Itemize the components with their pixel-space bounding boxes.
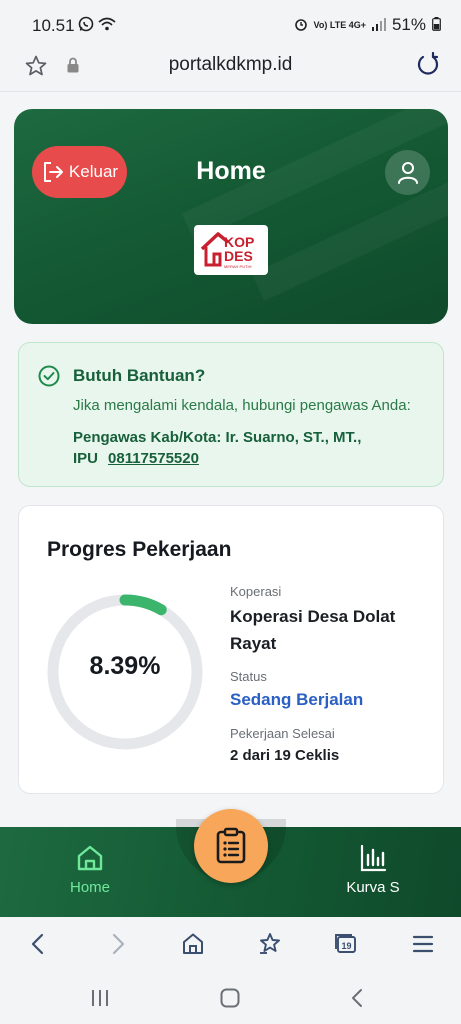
menu-icon[interactable] [410, 931, 436, 957]
progress-card: Progres Pekerjaan 8.39% Koperasi Koperas… [18, 505, 444, 794]
forward-icon[interactable] [104, 931, 130, 957]
koperasi-label: Koperasi [230, 584, 282, 599]
supervisor-phone-link[interactable]: 08117575520 [108, 450, 199, 467]
progress-percent: 8.39% [89, 652, 161, 680]
whatsapp-icon [78, 16, 94, 35]
status-value: Sedang Berjalan [230, 690, 364, 709]
done-value: 2 dari 19 Ceklis [230, 747, 340, 764]
signal-icon [371, 17, 386, 34]
address-bar: portalkdkmp.id [0, 48, 461, 92]
nav-home[interactable]: Home [62, 843, 118, 896]
system-nav-bar [0, 972, 461, 1024]
url-field[interactable]: portalkdkmp.id [0, 54, 461, 76]
svg-text:DES: DES [224, 248, 253, 264]
tabs-button[interactable]: 19 [333, 931, 359, 957]
wifi-icon [98, 16, 116, 35]
svg-text:MERAH PUTIH: MERAH PUTIH [224, 264, 252, 269]
bookmarks-icon[interactable] [257, 931, 283, 957]
network-label: Vo) LTE 4G+ [313, 20, 366, 30]
koperasi-name-line1: Koperasi Desa Dolat [230, 607, 396, 626]
koperasi-name-line2: Rayat [230, 634, 277, 653]
done-label: Pekerjaan Selesai [230, 726, 335, 741]
help-title: Butuh Bantuan? [73, 366, 206, 385]
recent-apps-icon[interactable] [88, 986, 112, 1010]
nav-kurva-s[interactable]: Kurva S [340, 843, 406, 896]
home-icon [77, 845, 103, 871]
nav-home-label: Home [69, 879, 110, 896]
svg-text:19: 19 [341, 941, 351, 951]
alarm-icon [294, 17, 308, 34]
profile-button[interactable] [385, 150, 430, 195]
status-label: Status [230, 669, 267, 684]
reload-icon[interactable] [415, 52, 441, 78]
clipboard-icon [216, 827, 246, 864]
supervisor-name: Pengawas Kab/Kota: Ir. Suarno, ST., MT., [73, 429, 362, 446]
status-time: 10.51 [32, 16, 75, 35]
kopdes-logo: KOP DES MERAH PUTIH [194, 225, 268, 275]
checklist-fab-button[interactable] [194, 809, 268, 883]
bar-chart-icon [360, 844, 387, 872]
user-icon [397, 161, 418, 184]
check-circle-icon [38, 365, 60, 387]
battery-icon [432, 16, 441, 34]
page-title: Home [196, 157, 266, 185]
battery-percent: 51% [391, 15, 426, 34]
help-description: Jika mengalami kendala, hubungi pengawas… [73, 397, 411, 414]
tabs-icon: 19 [335, 934, 356, 953]
status-bar: 10.51 Vo) LTE 4G+ 51% [0, 0, 461, 48]
browser-toolbar: 19 [0, 917, 461, 972]
home-browser-icon[interactable] [180, 931, 206, 957]
supervisor-role: IPU [73, 450, 99, 467]
nav-kurva-label: Kurva S [346, 879, 400, 896]
progress-title: Progres Pekerjaan [47, 538, 232, 561]
back-icon[interactable] [26, 931, 52, 957]
help-card: Butuh Bantuan? Jika mengalami kendala, h… [18, 342, 444, 487]
header-card: Keluar Home KOP DES MERAH PUTIH [14, 109, 448, 324]
system-home-icon[interactable] [218, 986, 242, 1010]
system-back-icon[interactable] [346, 986, 370, 1010]
